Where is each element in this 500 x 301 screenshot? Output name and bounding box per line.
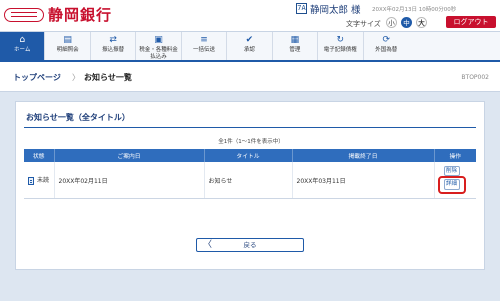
breadcrumb-top-link[interactable]: トップページ: [13, 72, 61, 83]
column-header-date: ご案内日: [54, 149, 205, 162]
font-size-label: 文字サイズ: [346, 20, 381, 28]
font-size-large-button[interactable]: 大: [416, 17, 427, 28]
nav-label: 承認: [243, 47, 255, 53]
title-cell: お知らせ: [204, 162, 293, 199]
login-time: 20XX年02月13日 10時00分00秒: [372, 7, 457, 13]
end-date-cell: 20XX年03月11日: [292, 162, 435, 199]
notice-panel: お知らせ一覧（全タイトル） 全1件（1〜1件を表示中） 状態 ご案内日 タイトル…: [15, 101, 485, 270]
transfer-icon: ⇄: [109, 35, 117, 45]
delete-button[interactable]: 削除: [443, 166, 460, 176]
nav-item-approval[interactable]: ✔ 承認: [227, 32, 273, 60]
notice-table: 状態 ご案内日 タイトル 掲載終了日 操作 未読 20XX年02月11日 お知ら…: [24, 149, 476, 199]
table-header-row: 状態 ご案内日 タイトル 掲載終了日 操作: [24, 149, 476, 162]
column-header-status: 状態: [24, 149, 55, 162]
chevron-left-icon: 〈: [203, 240, 213, 250]
nav-item-bulk-transmission[interactable]: ≡ 一括伝送: [182, 32, 228, 60]
bank-logo[interactable]: 静岡銀行: [4, 4, 112, 25]
bank-logo-icon: [4, 7, 44, 22]
screen-id: BTOP002: [461, 74, 489, 81]
page-title: お知らせ一覧: [84, 73, 132, 82]
back-label: 戻る: [243, 241, 257, 249]
column-header-end-date: 掲載終了日: [292, 149, 435, 162]
status-cell: 未読: [24, 162, 55, 199]
back-button[interactable]: 戻る 〈: [196, 238, 304, 252]
nav-item-transfer[interactable]: ⇄ 振込振替: [91, 32, 137, 60]
logout-button[interactable]: ログアウト: [446, 16, 496, 28]
detail-button[interactable]: 詳細: [443, 179, 460, 190]
nav-label: ホーム: [14, 47, 31, 53]
nav-label: 一括伝送: [192, 47, 215, 53]
document-icon: ▤: [63, 35, 72, 45]
admin-icon: ▦: [290, 35, 300, 45]
footer-area: [0, 290, 500, 301]
breadcrumb-separator: 〉: [72, 73, 80, 82]
nav-label: 電子記録債権: [323, 47, 357, 53]
nav-item-tax-payment[interactable]: ▣ 税金・各種料金 払込み: [136, 32, 182, 60]
status-text: 未読: [37, 177, 50, 185]
header: 静岡銀行 7A 静岡太郎 様 20XX年02月13日 10時00分00秒 文字サ…: [0, 0, 500, 31]
user-icon: 7A: [296, 3, 307, 14]
nav-label: 明細照会: [56, 47, 79, 53]
result-count: 全1件（1〜1件を表示中）: [218, 139, 284, 145]
column-header-title: タイトル: [204, 149, 293, 162]
unread-document-icon: [28, 176, 34, 185]
user-name: 静岡太郎 様: [310, 5, 361, 16]
font-size-medium-button[interactable]: 中: [401, 17, 412, 28]
bank-name: 静岡銀行: [48, 6, 113, 24]
user-area: 7A 静岡太郎 様 20XX年02月13日 10時00分00秒 文字サイズ 小 …: [296, 2, 496, 30]
panel-title: お知らせ一覧（全タイトル）: [26, 113, 130, 122]
divider: [24, 127, 476, 128]
approve-icon: ✔: [245, 35, 254, 45]
nav-item-statement[interactable]: ▤ 明細照会: [45, 32, 91, 60]
home-icon: ⌂: [19, 35, 26, 45]
nav-item-electronic-claims[interactable]: ↻ 電子記録債権: [318, 32, 364, 60]
table-row: 未読 20XX年02月11日 お知らせ 20XX年03月11日 削除 詳細: [24, 162, 476, 199]
nav-label: 管理: [289, 47, 301, 53]
cycle-icon: ↻: [336, 35, 345, 45]
nav-label: 外国為替: [375, 47, 398, 53]
nav-label: 振込振替: [102, 47, 125, 53]
column-header-operation: 操作: [434, 149, 476, 162]
nav-item-foreign-exchange[interactable]: ⟳ 外国為替: [364, 32, 409, 60]
database-icon: ≡: [200, 35, 208, 45]
exchange-icon: ⟳: [382, 35, 390, 45]
nav-item-home[interactable]: ⌂ ホーム: [0, 32, 46, 60]
operation-cell: 削除 詳細: [434, 162, 476, 199]
nav-label: 税金・各種料金 払込み: [139, 47, 178, 60]
main-nav: ⌂ ホーム ▤ 明細照会 ⇄ 振込振替 ▣ 税金・各種料金 払込み ≡ 一括伝送…: [0, 31, 500, 62]
nav-item-admin[interactable]: ▦ 管理: [273, 32, 319, 60]
bill-icon: ▣: [154, 35, 163, 45]
breadcrumb: トップページ 〉 お知らせ一覧 BTOP002: [0, 62, 500, 92]
font-size-small-button[interactable]: 小: [386, 17, 397, 28]
date-cell: 20XX年02月11日: [54, 162, 205, 199]
